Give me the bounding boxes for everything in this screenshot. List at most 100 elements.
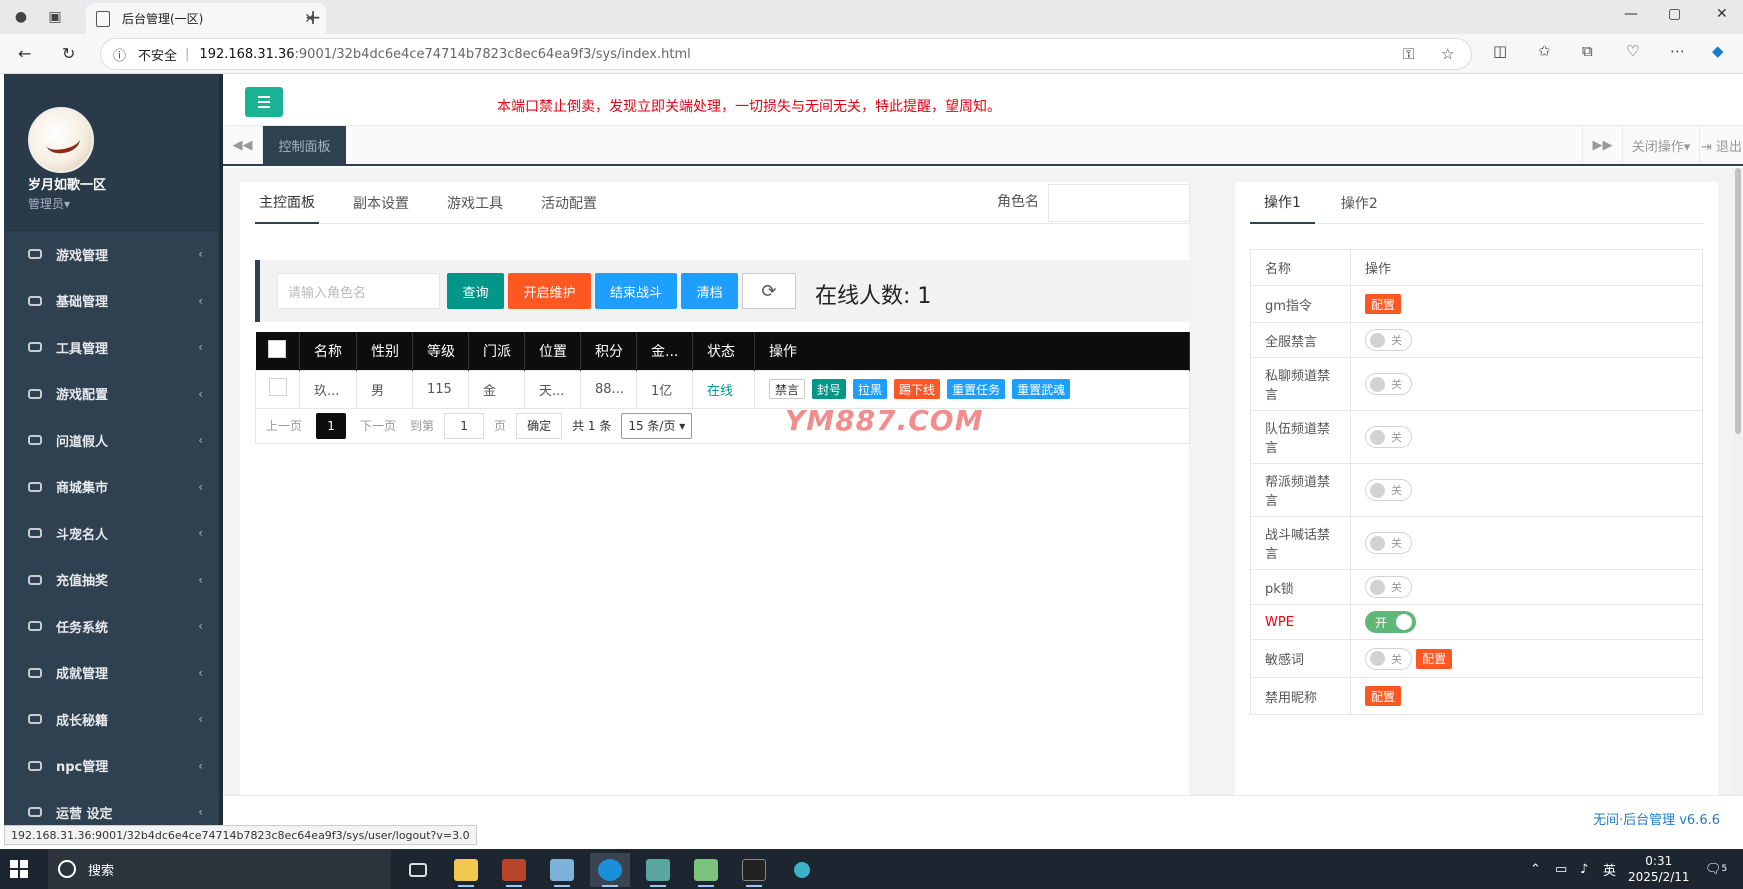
tray-chevron-icon[interactable]: ⌃	[1530, 849, 1541, 889]
volume-tray-icon[interactable]: ♪	[1580, 849, 1588, 889]
sidebar-item-fake-players[interactable]: 问道假人 ‹	[4, 417, 223, 464]
page-scrollbar[interactable]	[1733, 168, 1743, 795]
notepad-app-icon[interactable]	[542, 853, 582, 887]
favorites-icon[interactable]: ✩	[1538, 42, 1551, 60]
end-battle-button[interactable]: 结束战斗	[595, 273, 677, 309]
tool-app-icon[interactable]	[638, 853, 678, 887]
sensitive-words-config-button[interactable]: 配置	[1416, 648, 1453, 669]
next-page-button[interactable]: 下一页	[360, 417, 396, 434]
server-mute-toggle[interactable]: 关	[1365, 329, 1412, 351]
tab-operations-1[interactable]: 操作1	[1250, 182, 1315, 224]
tab-control-panel[interactable]: 控制面板	[263, 126, 346, 164]
avatar[interactable]	[28, 107, 94, 173]
tabs-prev-button[interactable]: ◀◀	[223, 126, 263, 164]
tab-event-config[interactable]: 活动配置	[537, 182, 601, 224]
mute-button[interactable]: 禁言	[769, 379, 806, 399]
terminal-icon[interactable]	[734, 853, 774, 887]
more-menu-icon[interactable]: ⋯	[1670, 42, 1685, 60]
tab-main-control[interactable]: 主控面板	[255, 182, 319, 224]
tab-operations-2[interactable]: 操作2	[1327, 182, 1392, 224]
copilot-icon[interactable]: ◆	[1712, 42, 1724, 60]
ban-button[interactable]: 封号	[812, 379, 847, 399]
wpe-toggle[interactable]: 开	[1365, 611, 1416, 633]
select-all-checkbox[interactable]	[268, 339, 287, 358]
task-view-icon[interactable]	[398, 853, 438, 887]
warning-icon[interactable]: ⓘ	[113, 45, 126, 64]
network-tray-icon[interactable]: ▭	[1555, 849, 1567, 889]
sidebar-item-growth-guide[interactable]: 成长秘籍 ‹	[4, 696, 223, 743]
minimize-button[interactable]: —	[1624, 6, 1638, 22]
guild-chat-mute-toggle[interactable]: 关	[1365, 479, 1412, 501]
private-chat-mute-toggle[interactable]: 关	[1365, 373, 1412, 395]
workspaces-icon[interactable]: ▣	[44, 6, 66, 28]
select-all-header[interactable]	[255, 332, 300, 370]
tabs-next-button[interactable]: ▶▶	[1582, 126, 1622, 164]
scrollbar-thumb[interactable]	[1735, 168, 1741, 434]
maximize-button[interactable]: ▢	[1668, 6, 1681, 22]
blacklist-button[interactable]: 拉黑	[853, 379, 888, 399]
clear-data-button[interactable]: 清档	[681, 273, 738, 309]
tab-dungeon-settings[interactable]: 副本设置	[349, 182, 413, 224]
back-button[interactable]: ←	[18, 44, 31, 63]
collections-icon[interactable]: ⧉	[1582, 42, 1593, 60]
reset-soul-button[interactable]: 重置武魂	[1012, 379, 1071, 399]
profile-icon[interactable]: ●	[10, 6, 32, 28]
row-select-cell[interactable]	[255, 369, 300, 409]
file-explorer-icon[interactable]	[446, 853, 486, 887]
key-icon[interactable]: ⚿	[1403, 45, 1414, 63]
sidebar-item-recharge-lottery[interactable]: 充值抽奖 ‹	[4, 557, 223, 604]
logout-button[interactable]: ⇥ 退出	[1699, 126, 1743, 164]
gm-config-button[interactable]: 配置	[1365, 294, 1402, 314]
game-app-icon[interactable]	[494, 853, 534, 887]
row-checkbox[interactable]	[268, 378, 287, 396]
security-label[interactable]: 不安全	[138, 45, 177, 64]
maintenance-button[interactable]: 开启维护	[508, 273, 591, 309]
browser-tab[interactable]: 后台管理(一区) ✕	[86, 3, 326, 34]
per-page-select[interactable]: 15 条/页 ▾	[621, 412, 693, 439]
taskbar-search[interactable]: 搜索	[48, 849, 391, 889]
role-name-input[interactable]	[1048, 184, 1190, 222]
sidebar-item-pet-celebrity[interactable]: 斗宠名人 ‹	[4, 510, 223, 557]
tab-game-tools[interactable]: 游戏工具	[443, 182, 507, 224]
sidebar-item-npc-management[interactable]: npc管理 ‹	[4, 743, 223, 790]
sensitive-words-toggle[interactable]: 关	[1365, 647, 1412, 670]
query-button[interactable]: 查询	[447, 273, 504, 309]
menu-toggle-button[interactable]	[245, 87, 283, 117]
refresh-button[interactable]: ⟳	[742, 273, 796, 309]
sidebar-item-task-system[interactable]: 任务系统 ‹	[4, 603, 223, 650]
network-app-icon[interactable]	[782, 853, 822, 887]
sidebar-item-basic-management[interactable]: 基础管理 ‹	[4, 278, 223, 325]
favorite-star-icon[interactable]: ☆	[1441, 45, 1454, 63]
url-field[interactable]: ⓘ 不安全 | 192.168.31.36 :9001/32b4dc6e4ce7…	[100, 38, 1472, 70]
sidebar-item-tool-management[interactable]: 工具管理 ‹	[4, 324, 223, 371]
team-chat-mute-toggle[interactable]: 关	[1365, 426, 1412, 448]
ime-indicator[interactable]: 英	[1603, 849, 1616, 889]
battle-shout-mute-toggle[interactable]: 关	[1365, 532, 1412, 554]
role-search-input[interactable]: 请输入角色名	[277, 273, 440, 309]
user-role-dropdown[interactable]: 管理员▾	[28, 195, 70, 212]
sidebar-item-mall-market[interactable]: 商城集市 ‹	[4, 464, 223, 511]
clock[interactable]: 0:31 2025/2/11	[1628, 853, 1690, 885]
reset-tasks-button[interactable]: 重置任务	[947, 379, 1006, 399]
sidebar-item-game-config[interactable]: 游戏配置 ‹	[4, 371, 223, 418]
start-button[interactable]	[10, 860, 28, 878]
close-operations-dropdown[interactable]: 关闭操作▾	[1622, 126, 1699, 164]
sidebar-item-achievements[interactable]: 成就管理 ‹	[4, 650, 223, 697]
close-window-button[interactable]: ✕	[1716, 6, 1728, 22]
banned-names-config-button[interactable]: 配置	[1365, 686, 1402, 706]
kick-button[interactable]: 踢下线	[894, 379, 941, 399]
notification-icon[interactable]: 🗨 5	[1705, 849, 1727, 889]
notepad-plus-icon[interactable]	[686, 853, 726, 887]
edge-browser-icon[interactable]	[590, 853, 630, 887]
sidebar-item-game-management[interactable]: 游戏管理 ‹	[4, 231, 223, 278]
reload-button[interactable]: ↻	[62, 44, 75, 63]
prev-page-button[interactable]: 上一页	[266, 417, 302, 434]
pk-lock-toggle[interactable]: 关	[1365, 576, 1412, 598]
page-number-input[interactable]: 1	[444, 412, 485, 439]
sidebar-item-operations[interactable]: 运营 设定 ‹	[4, 789, 223, 825]
new-tab-button[interactable]: +	[302, 5, 324, 29]
current-page[interactable]: 1	[316, 412, 347, 439]
page-confirm-button[interactable]: 确定	[516, 412, 563, 439]
split-screen-icon[interactable]: ◫	[1493, 42, 1507, 60]
health-icon[interactable]: ♡	[1626, 42, 1639, 60]
